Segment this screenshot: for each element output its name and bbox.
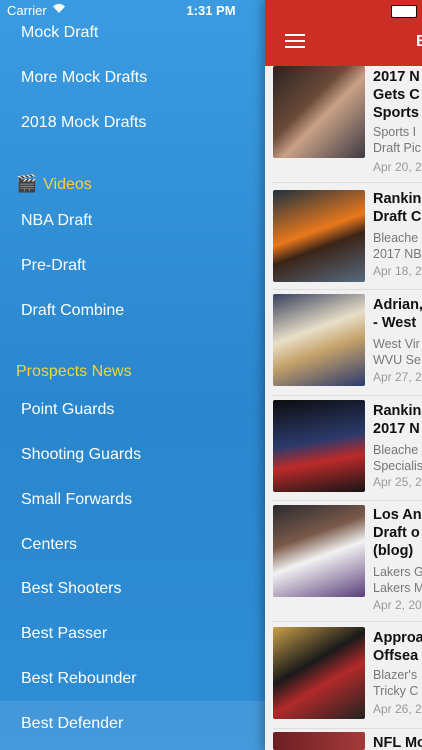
article-source: Sports I Draft Pic: [373, 125, 421, 155]
article-source: Bleache Specialis: [373, 443, 422, 473]
article-thumbnail: [273, 732, 365, 750]
menu-item-nba-draft[interactable]: NBA Draft: [21, 212, 92, 230]
menu-item-best-passer[interactable]: Best Passer: [21, 625, 107, 643]
hamburger-menu-icon[interactable]: [285, 34, 305, 48]
menu-item-more-mock-drafts[interactable]: More Mock Drafts: [21, 69, 147, 87]
article-date: Apr 25, 2: [373, 475, 422, 489]
menu-item-best-defender[interactable]: Best Defender: [21, 715, 123, 733]
menu-item-pre-draft[interactable]: Pre-Draft: [21, 257, 86, 275]
clapperboard-icon: 🎬: [16, 174, 38, 193]
article-card[interactable]: Adrian, - West West Vir WVU Se Apr 27, 2: [265, 294, 422, 396]
menu-item-small-forwards[interactable]: Small Forwards: [21, 491, 132, 509]
article-thumbnail: [273, 190, 365, 282]
main-content-panel: B 2017 N Gets C Sports Sports I Draft Pi…: [265, 0, 422, 750]
menu-item-draft-combine[interactable]: Draft Combine: [21, 302, 124, 320]
article-source: Blazer's Tricky C: [373, 668, 419, 698]
divider: [273, 289, 422, 290]
menu-item-best-rebounder[interactable]: Best Rebounder: [21, 670, 137, 688]
nav-title: B: [416, 33, 422, 50]
article-card[interactable]: 2017 N Gets C Sports Sports I Draft Pic …: [265, 66, 422, 183]
article-thumbnail: [273, 627, 365, 719]
article-date: Apr 26, 2: [373, 702, 422, 716]
article-thumbnail: [273, 505, 365, 597]
section-videos: 🎬 Videos: [16, 174, 92, 194]
article-card[interactable]: Approa Offsea Blazer's Tricky C Apr 26, …: [265, 627, 422, 729]
divider: [273, 500, 422, 501]
article-title: Rankin Draft C: [373, 191, 422, 225]
status-bar: Carrier 1:31 PM: [0, 0, 422, 22]
article-date: Apr 20, 2: [373, 160, 422, 174]
article-title: NFL Mo: [373, 735, 422, 750]
article-source: Lakers G Lakers M: [373, 565, 422, 595]
article-thumbnail: [273, 294, 365, 386]
article-date: Apr 18, 2: [373, 264, 422, 278]
article-date: Apr 2, 20: [373, 598, 422, 612]
menu-item-centers[interactable]: Centers: [21, 536, 77, 554]
menu-item-mock-draft[interactable]: Mock Draft: [21, 24, 98, 42]
menu-item-best-shooters[interactable]: Best Shooters: [21, 580, 122, 598]
divider: [273, 621, 422, 622]
article-card[interactable]: Rankin 2017 N Bleache Specialis Apr 25, …: [265, 400, 422, 501]
status-time: 1:31 PM: [186, 3, 236, 18]
article-thumbnail: [273, 400, 365, 492]
article-title: Approa Offsea: [373, 630, 422, 664]
divider: [273, 728, 422, 729]
menu-item-2018-mock-drafts[interactable]: 2018 Mock Drafts: [21, 114, 146, 132]
article-source: Bleache 2017 NB: [373, 231, 422, 261]
menu-item-shooting-guards[interactable]: Shooting Guards: [21, 446, 141, 464]
battery-icon: [391, 5, 417, 18]
divider: [273, 182, 422, 183]
section-videos-label: Videos: [43, 176, 92, 193]
divider: [273, 395, 422, 396]
article-title: Rankin 2017 N: [373, 403, 422, 437]
article-title: Adrian, - West: [373, 297, 422, 331]
article-card[interactable]: NFL Mo: [265, 732, 422, 750]
article-card[interactable]: Rankin Draft C Bleache 2017 NB Apr 18, 2: [265, 190, 422, 290]
article-date: Apr 27, 2: [373, 370, 422, 384]
section-prospects-news: Prospects News: [16, 363, 132, 380]
side-drawer: Mock Draft More Mock Drafts 2018 Mock Dr…: [0, 0, 265, 750]
article-card[interactable]: Los An Draft o (blog) Lakers G Lakers M …: [265, 505, 422, 622]
article-source: West Vir WVU Se: [373, 337, 421, 367]
article-title: 2017 N Gets C Sports: [373, 69, 420, 121]
article-thumbnail: [273, 66, 365, 158]
menu-item-point-guards[interactable]: Point Guards: [21, 401, 114, 419]
article-title: Los An Draft o (blog): [373, 507, 422, 559]
